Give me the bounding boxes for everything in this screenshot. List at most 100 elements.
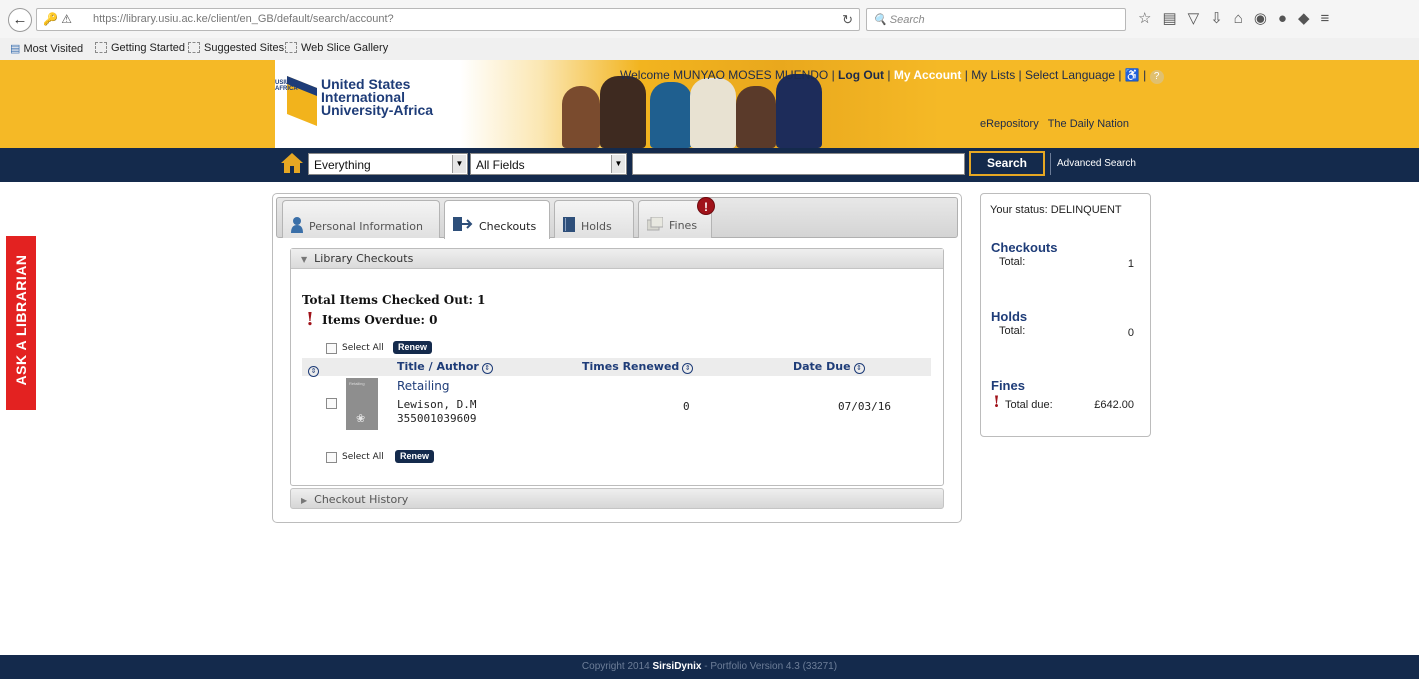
logo-text: United States International University-A… (321, 76, 434, 118)
footer-copyright: Copyright 2014 (581, 661, 650, 672)
select-all-checkbox-bottom[interactable] (326, 452, 337, 463)
banner-person (736, 86, 776, 148)
banner-person (776, 74, 822, 148)
page-icon (95, 42, 107, 53)
bookmark-folder-icon: ▤ (10, 43, 21, 55)
daily-nation-link[interactable]: The Daily Nation (1048, 118, 1129, 130)
bookmark-star-icon[interactable]: ☆ (1138, 10, 1162, 27)
renew-button[interactable]: Renew (393, 341, 433, 354)
sort-icon: ⇕ (853, 363, 865, 374)
search-field-select[interactable]: All Fields ▼ (470, 153, 627, 175)
help-icon[interactable]: ? (1149, 70, 1164, 84)
item-times-renewed: 0 (683, 400, 690, 413)
page-icon (285, 42, 297, 53)
logo-badge: USIU AFRICA (275, 80, 298, 92)
search-button[interactable]: Search (969, 151, 1045, 176)
toolbar-icons: ☆▤▽⇩⌂◉●◆≡ (1138, 9, 1340, 27)
sort-icon: ⇕ (682, 363, 694, 374)
tab-holds[interactable]: Holds (554, 200, 634, 238)
url-text: https://library.usiu.ac.ke/client/en_GB/… (93, 13, 394, 25)
browser-search-input[interactable]: 🔍 Search (866, 8, 1126, 31)
sort-all-icon[interactable]: ⇕ (308, 362, 319, 377)
renew-button-bottom[interactable]: Renew (395, 450, 435, 463)
total-checked-out: Total Items Checked Out: 1 (302, 293, 486, 307)
item-barcode: 355001039609 (397, 412, 477, 425)
status-checkouts-total: 1 (1127, 258, 1134, 270)
home-icon[interactable]: ⌂ (1234, 10, 1254, 27)
sirsidynix-link[interactable]: SirsiDynix (653, 661, 702, 672)
external-links: eRepository The Daily Nation (980, 118, 1129, 130)
bookmark-web-slice-gallery[interactable]: Web Slice Gallery (285, 42, 388, 54)
status-fines-total-label: Total due: (1005, 399, 1053, 411)
erepository-link[interactable]: eRepository (980, 118, 1039, 130)
bookmark-most-visited[interactable]: ▤ Most Visited (10, 42, 83, 55)
menu-icon[interactable]: ≡ (1321, 10, 1341, 27)
status-checkouts-heading: Checkouts (991, 240, 1058, 255)
status-fines-heading: Fines (991, 378, 1025, 393)
book-cover-image[interactable]: Retailing ❀ (346, 378, 378, 430)
select-language-link[interactable]: Select Language (1025, 68, 1115, 82)
items-overdue: Items Overdue: 0 (322, 313, 438, 327)
bookmarks-bar: ▤ Most Visited Getting Started Suggested… (0, 38, 1419, 60)
url-bar[interactable]: 🔑 ⚠ https://library.usiu.ac.ke/client/en… (36, 8, 860, 31)
my-lists-link[interactable]: My Lists (971, 68, 1015, 82)
search-scope-select[interactable]: Everything ▼ (308, 153, 468, 175)
your-status: Your status: DELINQUENT (990, 204, 1122, 216)
reading-list-icon[interactable]: ▤ (1162, 10, 1187, 27)
library-checkouts-header[interactable]: ▼ Library Checkouts (291, 249, 943, 269)
tab-checkouts[interactable]: Checkouts (444, 200, 550, 239)
book-icon (563, 217, 575, 233)
pocket-icon[interactable]: ▽ (1188, 10, 1211, 27)
my-account-link[interactable]: My Account (894, 68, 962, 82)
browser-search-placeholder: 🔍 Search (873, 14, 925, 26)
sort-icon: ⇕ (481, 363, 493, 374)
search-input[interactable] (632, 153, 965, 175)
status-fines-total: £642.00 (1094, 399, 1134, 411)
footer-version: - Portfolio Version 4.3 (33271) (704, 661, 838, 672)
status-holds-total-label: Total: (999, 325, 1026, 337)
bookmark-getting-started[interactable]: Getting Started (95, 42, 185, 54)
chevron-down-icon: ▼ (452, 155, 466, 173)
item-author: Lewison, D.M (397, 398, 477, 411)
item-date-due: 07/03/16 (838, 400, 891, 413)
person-icon (291, 217, 303, 233)
account-status-panel: Your status: DELINQUENT Checkouts Total:… (980, 193, 1151, 437)
download-icon[interactable]: ⇩ (1210, 10, 1234, 27)
globe-icon[interactable]: ● (1278, 10, 1298, 27)
home-icon[interactable] (280, 151, 304, 175)
checkout-history-header[interactable]: ▶ Checkout History (290, 488, 944, 509)
column-title-author[interactable]: Title / Author ⇕ (397, 360, 493, 374)
column-date-due[interactable]: Date Due ⇕ (793, 360, 865, 374)
select-all-label-bottom: Select All (342, 452, 384, 462)
select-all-checkbox[interactable] (326, 343, 337, 354)
usiu-logo[interactable]: USIU AFRICA United States International … (275, 60, 540, 148)
fines-alert-mark-icon: ! (993, 392, 1001, 411)
item-checkbox[interactable] (326, 398, 337, 409)
user-nav: Welcome MUNYAO MOSES MUENDO | Log Out | … (620, 68, 1164, 84)
browser-nav-bar: ← 🔑 ⚠ https://library.usiu.ac.ke/client/… (0, 0, 1419, 38)
money-icon (646, 216, 664, 231)
banner-person (690, 78, 736, 148)
status-holds-total: 0 (1127, 327, 1134, 339)
back-icon[interactable]: ← (8, 8, 32, 32)
item-title-link[interactable]: Retailing (397, 379, 449, 393)
site-identity-icon[interactable]: 🔑 ⚠ (43, 12, 72, 26)
reload-icon[interactable]: ↻ (842, 12, 853, 28)
chevron-down-icon: ▼ (611, 155, 625, 173)
tab-personal-information[interactable]: Personal Information (282, 200, 440, 238)
site-footer: Copyright 2014 SirsiDynix - Portfolio Ve… (0, 655, 1419, 679)
fines-alert-icon: ! (697, 197, 715, 215)
column-times-renewed[interactable]: Times Renewed ⇕ (582, 360, 694, 374)
expand-triangle-icon: ▶ (301, 496, 308, 505)
banner-person (562, 86, 600, 148)
extension-icon[interactable]: ◆ (1298, 10, 1321, 27)
chat-icon[interactable]: ◉ (1254, 10, 1278, 27)
select-all-label: Select All (342, 343, 384, 353)
ask-librarian-tab[interactable]: ASK A LIBRARIAN (6, 236, 36, 410)
advanced-search-link[interactable]: Advanced Search (1050, 153, 1136, 175)
overdue-alert-icon: ! (306, 309, 314, 330)
bookmark-suggested-sites[interactable]: Suggested Sites (188, 42, 284, 54)
banner-person (650, 82, 692, 148)
accessibility-icon[interactable]: ♿ (1125, 68, 1140, 82)
logout-link[interactable]: Log Out (838, 68, 884, 82)
